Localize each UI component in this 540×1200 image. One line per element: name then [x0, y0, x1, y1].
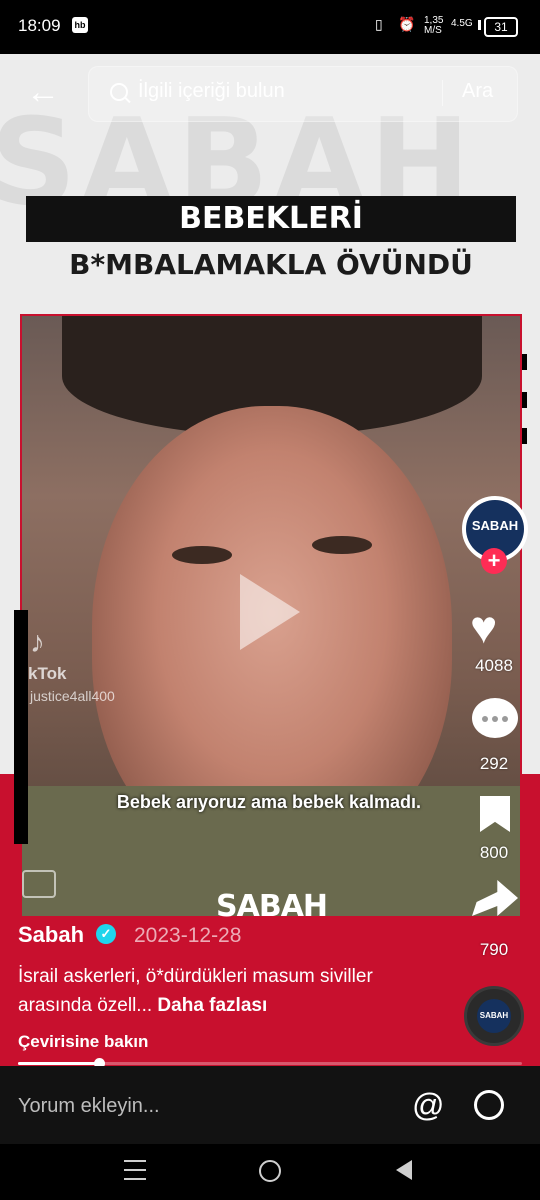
video-subtitle: Bebek arıyoruz ama bebek kalmadı.	[116, 792, 422, 812]
search-icon	[110, 83, 128, 101]
headline-line1: BEBEKLERİ	[26, 196, 516, 242]
search-divider	[442, 80, 443, 106]
like-count: 4088	[475, 656, 513, 675]
tiktok-logo-icon: ♪	[30, 626, 45, 659]
heart-icon[interactable]: ♥	[470, 604, 497, 650]
share-count: 790	[479, 940, 509, 959]
net-speed: 1,35 M/S	[424, 15, 444, 36]
sabah-logo: SABAH	[216, 889, 328, 924]
post-description: İsrail askerleri, ö*dürdükleri masum siv…	[18, 962, 438, 1020]
progress-fill	[18, 1062, 99, 1065]
comment-count: 292	[479, 754, 509, 773]
tiktok-watermark: kTok	[28, 664, 67, 683]
alarm-icon: ⏰	[398, 16, 416, 32]
home-icon[interactable]	[259, 1160, 281, 1182]
battery-icon: 31	[484, 17, 518, 37]
app-badge: hb	[72, 17, 88, 33]
more-link[interactable]: Daha fazlası	[157, 995, 267, 1016]
network-type: 4.5G	[451, 18, 473, 29]
tiktok-watermark-id: justice4all400	[30, 688, 115, 704]
post-date: 2023-12-28	[134, 924, 242, 947]
comment-input[interactable]: Yorum ekleyin...	[18, 1095, 160, 1118]
author-name[interactable]: Sabah	[18, 922, 84, 948]
vibrate-icon: ▯	[375, 16, 383, 32]
follow-plus-button[interactable]: +	[481, 548, 507, 574]
music-disc[interactable]: SABAH	[464, 986, 524, 1046]
video-player[interactable]: SABAH BEBEKLERİ B*MBALAMAKLA ÖVÜNDÜ ♪ kT…	[0, 54, 540, 1066]
emoji-icon[interactable]	[474, 1090, 504, 1120]
avatar-label: SABAH	[471, 518, 519, 533]
search-input[interactable]: İlgili içeriği bulun	[138, 80, 285, 103]
recent-apps-icon[interactable]	[124, 1160, 146, 1187]
play-icon[interactable]	[240, 574, 300, 650]
disc-label: SABAH	[477, 999, 511, 1033]
verified-icon: ✓	[96, 924, 116, 944]
at-icon[interactable]: @	[412, 1087, 444, 1124]
eye-shape	[172, 546, 232, 564]
status-time: 18:09	[18, 16, 61, 35]
search-button[interactable]: Ara	[462, 80, 493, 103]
eye-shape	[312, 536, 372, 554]
headline-line2: B*MBALAMAKLA ÖVÜNDÜ	[69, 248, 473, 281]
nav-back-icon[interactable]	[396, 1160, 412, 1180]
caption-icon[interactable]	[22, 870, 56, 898]
translate-link[interactable]: Çevirisine bakın	[18, 1032, 148, 1052]
comment-icon[interactable]	[472, 698, 518, 738]
back-arrow-icon[interactable]: ←	[26, 74, 60, 110]
bookmark-count: 800	[479, 843, 509, 862]
